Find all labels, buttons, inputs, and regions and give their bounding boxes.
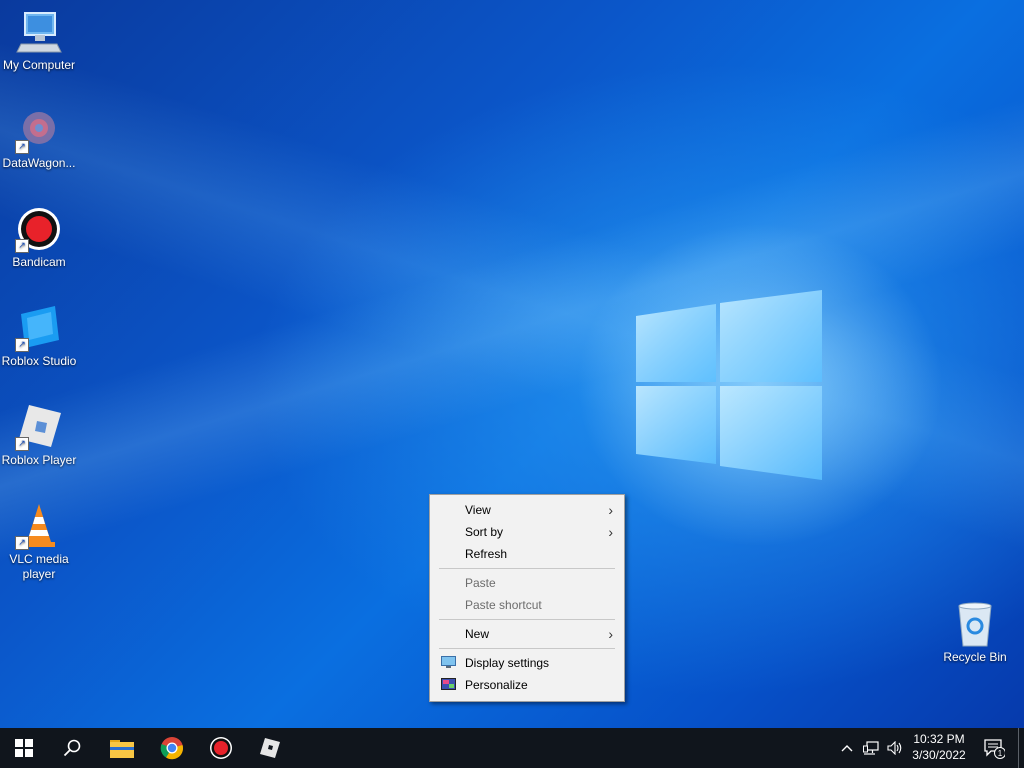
clock[interactable]: 10:32 PM 3/30/2022 xyxy=(906,731,972,763)
desktop-icon-roblox-studio[interactable]: ↗ Roblox Studio xyxy=(0,304,78,369)
chevron-right-icon: › xyxy=(608,502,613,518)
menu-separator xyxy=(439,619,615,620)
roblox-taskbar-button[interactable] xyxy=(246,728,294,768)
desktop-icon-datawagon[interactable]: ↗ DataWagon... xyxy=(0,106,78,171)
menu-item-paste: Paste xyxy=(431,572,623,594)
taskbar: 10:32 PM 3/30/2022 1 xyxy=(0,728,1024,768)
display-settings-icon xyxy=(441,656,456,668)
recycle-bin-icon xyxy=(951,600,999,648)
menu-item-sort-by[interactable]: Sort by › xyxy=(431,521,623,543)
bandicam-taskbar-button[interactable] xyxy=(197,728,245,768)
vlc-icon: ↗ xyxy=(15,502,63,550)
clock-time: 10:32 PM xyxy=(913,732,965,746)
desktop-icon-label: VLC media player xyxy=(9,552,69,581)
desktop-icon-bandicam[interactable]: ↗ Bandicam xyxy=(0,205,78,270)
desktop-icon-vlc[interactable]: ↗ VLC media player xyxy=(0,502,78,582)
desktop-icon-label: Recycle Bin xyxy=(943,650,1007,664)
roblox-player-icon: ↗ xyxy=(15,403,63,451)
volume-icon xyxy=(887,741,902,755)
shortcut-arrow-icon: ↗ xyxy=(15,536,29,550)
notification-icon: 1 xyxy=(984,739,1005,759)
chrome-icon xyxy=(160,737,184,760)
clock-date: 3/30/2022 xyxy=(912,748,966,762)
menu-item-refresh[interactable]: Refresh xyxy=(431,543,623,565)
bandicam-icon xyxy=(210,737,232,759)
desktop-icon-my-computer[interactable]: My Computer xyxy=(0,8,78,73)
start-icon xyxy=(15,739,33,757)
menu-item-label: Personalize xyxy=(465,678,528,692)
windows-wallpaper-logo xyxy=(636,290,822,480)
search-button[interactable] xyxy=(48,728,96,768)
chevron-right-icon: › xyxy=(608,626,613,642)
show-desktop-button[interactable] xyxy=(1018,728,1019,768)
desktop-icon-label: Bandicam xyxy=(12,255,66,269)
menu-item-label: Display settings xyxy=(465,656,550,670)
menu-item-paste-shortcut: Paste shortcut xyxy=(431,594,623,616)
my-computer-icon xyxy=(15,8,63,56)
chrome-button[interactable] xyxy=(148,728,196,768)
personalize-icon xyxy=(441,678,456,690)
shortcut-arrow-icon: ↗ xyxy=(15,437,29,451)
file-explorer-button[interactable] xyxy=(98,728,146,768)
file-explorer-icon xyxy=(110,740,134,758)
network-icon xyxy=(863,741,879,755)
desktop-icon-label: Roblox Studio xyxy=(1,354,77,368)
network-button[interactable] xyxy=(860,728,882,768)
notification-count: 1 xyxy=(998,749,1003,758)
chevron-right-icon: › xyxy=(608,524,613,540)
menu-item-label: New xyxy=(465,627,490,641)
roblox-studio-icon: ↗ xyxy=(15,304,63,352)
start-button[interactable] xyxy=(0,728,48,768)
menu-item-label: Sort by xyxy=(465,525,504,539)
menu-separator xyxy=(439,648,615,649)
volume-button[interactable] xyxy=(884,728,906,768)
menu-item-label: Paste shortcut xyxy=(465,598,542,612)
desktop-icon-label: Roblox Player xyxy=(1,453,77,467)
chevron-up-icon xyxy=(841,745,853,752)
menu-item-label: Refresh xyxy=(465,547,508,561)
show-hidden-icons-button[interactable] xyxy=(836,728,858,768)
desktop-icon-label: DataWagon... xyxy=(2,156,76,170)
desktop-context-menu: View › Sort by › Refresh Paste Paste sho… xyxy=(429,494,625,702)
bandicam-icon: ↗ xyxy=(15,205,63,253)
menu-item-view[interactable]: View › xyxy=(431,499,623,521)
desktop-icon-roblox-player[interactable]: ↗ Roblox Player xyxy=(0,403,78,468)
menu-item-personalize[interactable]: Personalize xyxy=(431,674,623,696)
datawagon-icon: ↗ xyxy=(15,106,63,154)
menu-separator xyxy=(439,568,615,569)
menu-item-label: View xyxy=(465,503,491,517)
shortcut-arrow-icon: ↗ xyxy=(15,338,29,352)
desktop-icon-label: My Computer xyxy=(2,58,76,72)
shortcut-arrow-icon: ↗ xyxy=(15,140,29,154)
desktop-icon-recycle-bin[interactable]: Recycle Bin xyxy=(936,600,1014,665)
menu-item-display-settings[interactable]: Display settings xyxy=(431,652,623,674)
menu-item-label: Paste xyxy=(465,576,496,590)
menu-item-new[interactable]: New › xyxy=(431,623,623,645)
roblox-icon xyxy=(260,738,280,758)
action-center-button[interactable]: 1 xyxy=(978,728,1010,768)
shortcut-arrow-icon: ↗ xyxy=(15,239,29,253)
search-icon xyxy=(63,739,81,757)
